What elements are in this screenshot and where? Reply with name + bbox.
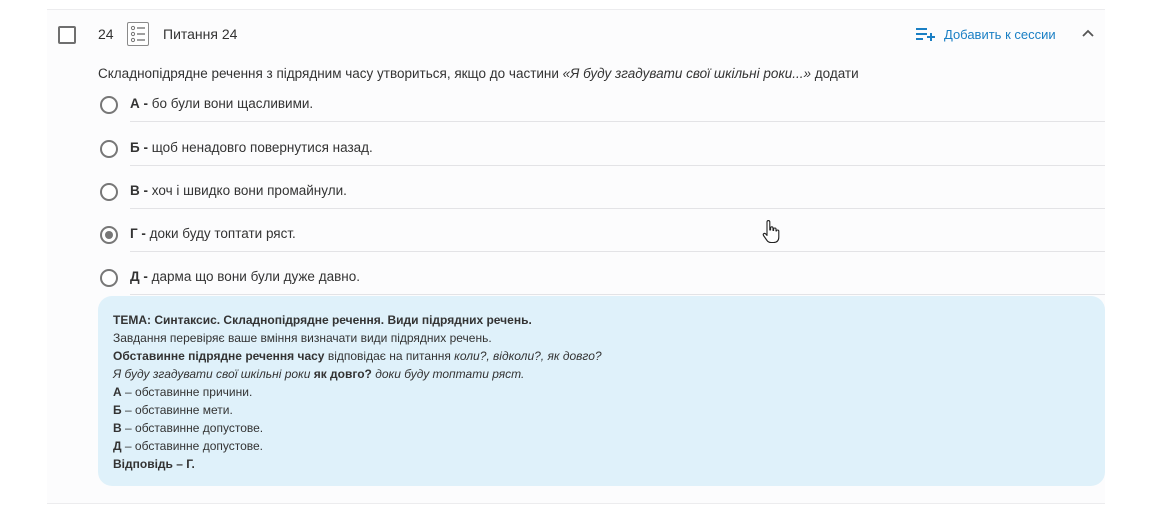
divider (130, 208, 1105, 209)
radio-button[interactable] (100, 183, 118, 201)
hand-cursor-icon (762, 220, 780, 244)
option-letter: В - (130, 183, 148, 198)
radio-button[interactable] (100, 96, 118, 114)
radio-button[interactable] (100, 269, 118, 287)
option-text: дарма що вони були дуже давно. (151, 269, 360, 284)
option-e[interactable]: Д - дарма що вони були дуже давно. (98, 263, 1105, 295)
radio-button[interactable] (100, 140, 118, 158)
explanation-item: Б – обставинне мети. (113, 403, 233, 417)
explanation-item: В – обставинне допустове. (113, 421, 264, 435)
option-d[interactable]: Г - доки буду топтати ряст. (98, 220, 1105, 252)
option-text: бо були вони щасливими. (151, 96, 314, 111)
question-number: 24 (98, 26, 114, 42)
option-b[interactable]: Б - щоб ненадовго повернутися назад. (98, 134, 1105, 166)
divider (130, 294, 1105, 295)
divider (130, 251, 1105, 252)
explanation-panel: ТЕМА: Синтаксис. Складнопідрядне речення… (98, 296, 1105, 486)
divider (130, 121, 1105, 122)
playlist-add-icon (916, 27, 936, 41)
explanation-item: Д – обставинне допустове. (113, 439, 264, 453)
option-text: щоб ненадовго повернутися назад. (151, 140, 373, 155)
option-c[interactable]: В - хоч і швидко вони промайнули. (98, 177, 1105, 209)
divider (130, 165, 1105, 166)
list-icon[interactable] (127, 22, 149, 46)
option-a[interactable]: А - бо були вони щасливими. (98, 90, 1105, 122)
select-question-checkbox[interactable] (58, 26, 76, 44)
explanation-line: Обставинне підрядне речення часу відпові… (113, 349, 602, 363)
add-to-session-button[interactable]: Добавить к сессии (916, 25, 1056, 43)
explanation-example: Я буду згадувати свої шкільні роки як до… (113, 367, 525, 381)
question-text: Складнопідрядне речення з підрядним часу… (98, 66, 859, 81)
explanation-topic: ТЕМА: Синтаксис. Складнопідрядне речення… (113, 313, 532, 327)
option-text: доки буду топтати ряст. (149, 226, 296, 241)
radio-button-selected[interactable] (100, 226, 118, 244)
chevron-up-icon[interactable] (1079, 24, 1097, 42)
option-text: хоч і швидко вони промайнули. (151, 183, 347, 198)
question-title: Питання 24 (163, 26, 238, 42)
explanation-answer: Відповідь – Г. (113, 457, 195, 471)
option-letter: А - (130, 96, 148, 111)
explanation-item: А – обставинне причини. (113, 385, 253, 399)
add-to-session-label: Добавить к сессии (944, 26, 1056, 42)
option-letter: Г - (130, 226, 146, 241)
option-letter: Д - (130, 269, 148, 284)
explanation-line: Завдання перевіряє ваше вміння визначати… (113, 331, 492, 345)
option-letter: Б - (130, 140, 148, 155)
